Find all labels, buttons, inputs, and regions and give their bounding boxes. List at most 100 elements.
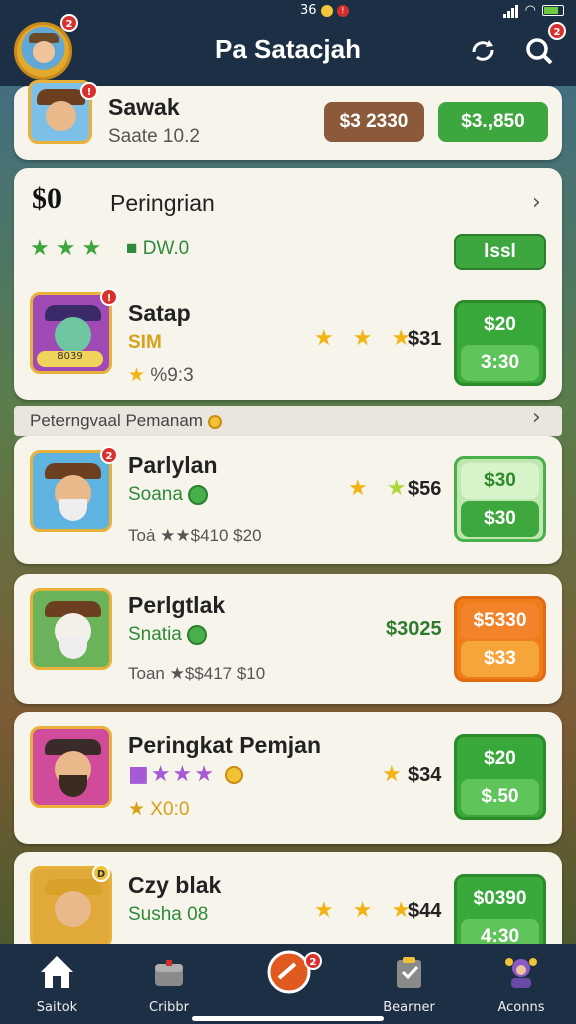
item-name: Czy blak (128, 872, 222, 898)
nav-item-account[interactable]: Aconns (466, 952, 576, 1015)
item-price: $44 (408, 900, 442, 922)
item-name: Parlylan (128, 452, 218, 478)
game-thumbnail: 8039 (30, 292, 112, 374)
action-button[interactable]: lssl (454, 234, 546, 270)
item-sub: SIM (128, 332, 162, 353)
item-badge: ! (80, 82, 98, 100)
item-sub: ★ X0:0 (128, 799, 190, 820)
wifi-icon: ◠ (524, 3, 536, 18)
item-name: Sawak (108, 94, 180, 120)
buy-button[interactable]: $5330 $33 (454, 596, 546, 682)
item-sub2-value: %9:3 (150, 365, 194, 386)
item-sub2: ★ %9:3 (128, 365, 194, 386)
badge-icon (187, 624, 208, 645)
battery-icon (542, 5, 564, 16)
nav-label: Saitok (36, 1000, 78, 1015)
item-name: Peringrian (110, 190, 215, 216)
price-button-brown[interactable]: $3 2330 (324, 102, 424, 142)
item-name: Satap (128, 300, 191, 326)
search-icon[interactable] (524, 36, 554, 66)
item-price: $56 (408, 478, 442, 500)
rating-value: DW.0 (142, 238, 190, 259)
buy-button[interactable]: $20 3:30 (454, 300, 546, 386)
game-thumbnail (30, 450, 112, 532)
buy-top: $5330 (461, 603, 539, 639)
nav-badge: 2 (304, 952, 322, 970)
status-badge: ! (336, 4, 349, 17)
rating-stars: ★ ★ (348, 476, 413, 501)
item-sub-text: Snatia (128, 624, 182, 645)
nav-label: Cribbr (149, 1000, 189, 1015)
nav-item-banner[interactable]: Bearner (354, 952, 464, 1015)
bottom-nav: Saitok Cribbr 2 Bearner Aconns (0, 944, 576, 1024)
refresh-icon[interactable] (468, 36, 498, 66)
item-meta: Toȧ ★★$410 $20 (128, 526, 262, 545)
rating-text: ■ DW.0 (126, 238, 189, 260)
buy-bottom: $33 (461, 641, 539, 677)
home-indicator (192, 1016, 384, 1021)
nav-label: Bearner (383, 1000, 435, 1015)
buy-top: $30 (461, 463, 539, 499)
chevron-right-icon[interactable]: › (532, 405, 541, 430)
rating-stars: ■★★★ (128, 762, 243, 787)
item-badge: 2 (100, 446, 118, 464)
list-item[interactable]: Peringkat Pemjan ■★★★ ★ X0:0 ★ $34 $20 $… (14, 712, 562, 844)
rating-stars: ★ ★ ★ (314, 326, 418, 351)
chest-icon (155, 960, 183, 986)
nav-item-chest[interactable]: Cribbr (114, 952, 224, 1015)
coin-icon (207, 414, 222, 429)
item-sub-text: Soana (128, 484, 183, 505)
item-meta: Toan ★$$417 $10 (128, 664, 266, 683)
item-badge: ! (100, 288, 118, 306)
app-header: 2 Pa Satacjah 2 (0, 14, 576, 86)
item-sub: Susha 08 (128, 904, 209, 925)
badge-icon (188, 484, 209, 505)
section-title: Peterngvaal Pemanam (30, 411, 222, 431)
nav-label: Aconns (497, 1000, 545, 1015)
item-price: $31 (408, 328, 442, 350)
section-header[interactable]: Peterngvaal Pemanam › (14, 405, 562, 436)
status-number: 36 (300, 3, 317, 18)
item-name: Perlgtlak (128, 592, 226, 618)
chart-icon: ■ (126, 238, 138, 259)
character-icon (505, 958, 537, 988)
clipboard-icon (397, 957, 421, 988)
list-item[interactable]: Perlgtlak Snatia Toan ★$$417 $10 $3025 $… (14, 574, 562, 704)
item-name: Peringkat Pemjan (128, 732, 322, 758)
buy-bottom: 3:30 (461, 345, 539, 381)
signal-icon (502, 3, 519, 18)
item-sub: Snatia (128, 624, 208, 646)
home-icon (41, 956, 73, 988)
buy-top: $20 (461, 307, 539, 343)
list-item[interactable]: $0 Peringrian › ★★★ ■ DW.0 lssl 8039 ! S… (14, 168, 562, 400)
rating-stars: ★ ★ ★ (314, 898, 418, 923)
item-price: $3025 (386, 618, 442, 640)
list-item[interactable]: 2 Parlylan Soana Toȧ ★★$410 $20 ★ ★ $56… (14, 436, 562, 564)
rating-stars: ★★★ (30, 236, 108, 261)
buy-bottom: $30 (461, 501, 539, 537)
buy-bottom: $.50 (461, 779, 539, 815)
thumb-label: 8039 (37, 351, 103, 367)
rating-star: ★ (382, 762, 408, 787)
nav-item-home[interactable]: Saitok (2, 952, 112, 1015)
buy-button[interactable]: $20 $.50 (454, 734, 546, 820)
coin-icon (320, 4, 333, 17)
chevron-right-icon[interactable]: › (532, 190, 541, 215)
item-sub: Soana (128, 484, 209, 506)
avatar-badge: 2 (60, 14, 78, 32)
game-thumbnail (30, 588, 112, 670)
buy-button[interactable]: $30 $30 (454, 456, 546, 542)
status-icons: ◠ (502, 3, 564, 18)
section-title-text: Peterngvaal Pemanam (30, 411, 203, 430)
status-bar: 36 ! ◠ (0, 0, 576, 22)
list-item[interactable]: ! Sawak Saate 10.2 $3 2330 $3.,850 (14, 80, 562, 160)
status-center: 36 ! (300, 3, 349, 18)
coin-icon (224, 766, 243, 784)
item-badge: D (92, 864, 110, 882)
game-thumbnail (30, 726, 112, 808)
buy-top: $0390 (461, 881, 539, 917)
search-badge: 2 (548, 22, 566, 40)
price-button-green[interactable]: $3.,850 (438, 102, 548, 142)
nav-item-spin[interactable]: 2 (234, 950, 344, 1004)
logo: $0 (32, 182, 62, 215)
